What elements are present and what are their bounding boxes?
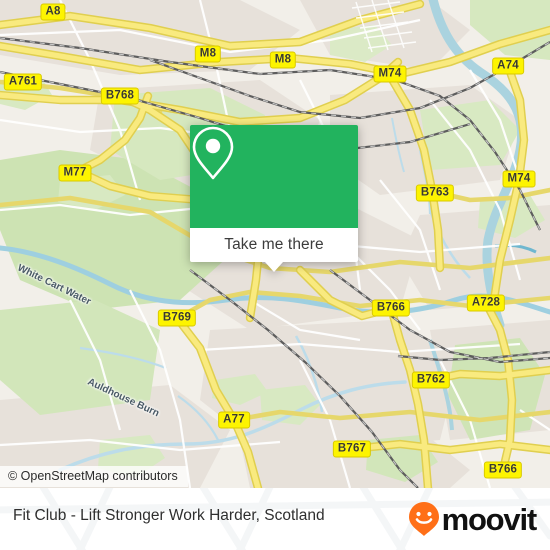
road-shield: A761	[3, 73, 43, 91]
road-shield: M74	[373, 65, 407, 83]
road-shield: A728	[466, 294, 506, 312]
place-title: Fit Club - Lift Stronger Work Harder, Sc…	[13, 507, 325, 524]
take-me-there-label: Take me there	[224, 236, 324, 253]
road-shield: A77	[218, 411, 250, 429]
moovit-smile-pin-icon	[408, 502, 439, 536]
road-shield: M77	[58, 164, 92, 182]
moovit-wordmark: moovit	[441, 501, 538, 537]
road-shield: B762	[411, 371, 451, 389]
road-shield: A8	[40, 3, 66, 21]
footer-bar: Fit Club - Lift Stronger Work Harder, Sc…	[0, 488, 550, 550]
road-shield: B766	[371, 299, 411, 317]
road-shield: B768	[100, 87, 140, 105]
callout-pointer	[265, 262, 283, 272]
road-shield: A74	[492, 57, 524, 75]
map-canvas[interactable]: A8 M8 M8 M74 A74 A761 B768 M77 B763 M74 B769 B766 A7…	[0, 0, 550, 488]
moovit-logo[interactable]: moovit	[407, 501, 538, 537]
road-shield: M8	[269, 51, 297, 69]
road-shield: B763	[415, 184, 455, 202]
osm-attribution[interactable]: © OpenStreetMap contributors	[0, 466, 188, 487]
road-shield: M74	[502, 170, 536, 188]
road-shield: B769	[157, 309, 197, 327]
map-pin-icon	[192, 126, 234, 180]
map-screenshot: A8 M8 M8 M74 A74 A761 B768 M77 B763 M74 B769 B766 A7…	[0, 0, 550, 550]
road-shield: B767	[332, 440, 372, 458]
callout-pin-area	[190, 125, 358, 228]
place-callout-card[interactable]: Take me there	[190, 125, 358, 272]
road-shield: M8	[194, 45, 222, 63]
take-me-there-button[interactable]: Take me there	[190, 228, 358, 262]
road-shield: B766	[483, 461, 523, 479]
